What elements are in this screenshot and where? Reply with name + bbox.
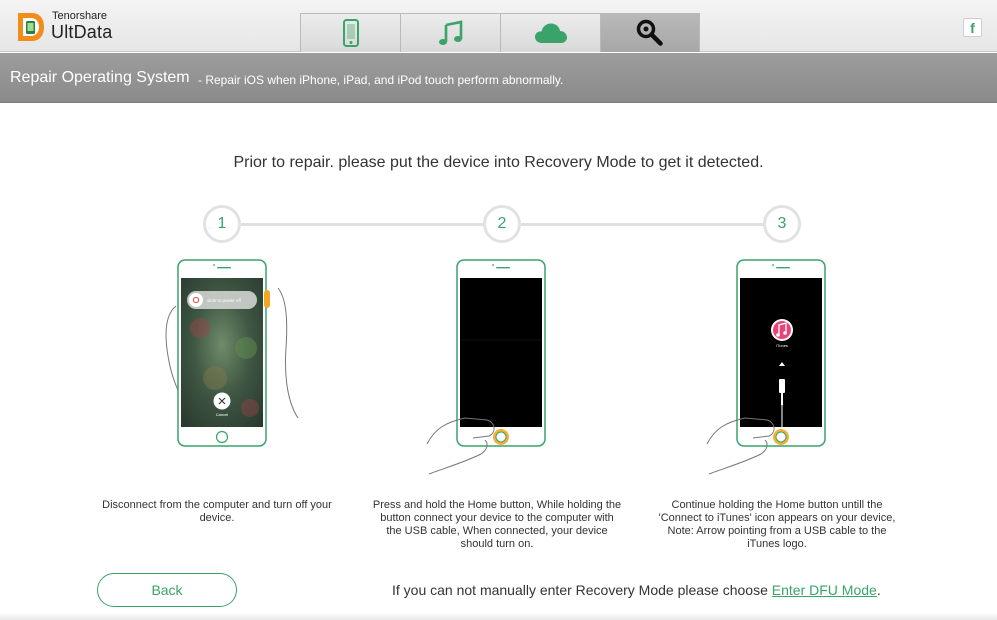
facebook-icon[interactable]: f bbox=[963, 18, 982, 37]
tab-repair-system[interactable] bbox=[600, 13, 700, 52]
tab-device[interactable] bbox=[300, 13, 400, 52]
brand-company: Tenorshare bbox=[52, 10, 108, 22]
dfu-mode-prompt: If you can not manually enter Recovery M… bbox=[392, 582, 881, 598]
bottom-edge bbox=[0, 612, 997, 620]
cloud-icon bbox=[534, 23, 567, 43]
brand-product: UltData bbox=[51, 22, 113, 42]
step-number-2: 2 bbox=[483, 205, 521, 243]
power-off-slider-text: slide to power off bbox=[207, 298, 242, 303]
step1-phone-illustration: slide to power off Cancel bbox=[165, 259, 299, 447]
top-bar: Tenorshare UltData f bbox=[0, 0, 997, 52]
main-tabs bbox=[300, 13, 700, 52]
ultdata-logo-icon bbox=[18, 13, 44, 41]
itunes-label: iTunes bbox=[776, 343, 788, 348]
step2-phone-illustration bbox=[426, 259, 546, 475]
step-number-3: 3 bbox=[763, 205, 801, 243]
step-connector-2-3 bbox=[521, 223, 764, 226]
back-button[interactable]: Back bbox=[97, 573, 237, 607]
page-subtitle: - Repair iOS when iPhone, iPad, and iPod… bbox=[198, 73, 564, 87]
step2-description: Press and hold the Home button, While ho… bbox=[372, 499, 622, 550]
music-icon bbox=[438, 20, 462, 45]
title-bar: Repair Operating System - Repair iOS whe… bbox=[0, 53, 997, 103]
instruction-text: Prior to repair. please put the device i… bbox=[233, 154, 764, 171]
dfu-prompt-text: If you can not manually enter Recovery M… bbox=[392, 582, 772, 598]
tab-icloud-backup[interactable] bbox=[500, 13, 600, 52]
step3-description: Continue holding the Home button untill … bbox=[658, 499, 896, 550]
enter-dfu-mode-link[interactable]: Enter DFU Mode bbox=[772, 582, 877, 598]
step-number-1: 1 bbox=[203, 205, 241, 243]
page-title: Repair Operating System bbox=[10, 69, 190, 86]
cancel-text: Cancel bbox=[216, 412, 229, 417]
repair-tool-icon bbox=[636, 19, 663, 46]
tab-itunes-backup[interactable] bbox=[400, 13, 500, 52]
phone-icon bbox=[342, 19, 359, 47]
dfu-prompt-suffix: . bbox=[876, 582, 881, 598]
step1-description: Disconnect from the computer and turn of… bbox=[102, 499, 332, 524]
step3-phone-illustration: iTunes bbox=[706, 259, 826, 475]
step-connector-1-2 bbox=[241, 223, 484, 226]
